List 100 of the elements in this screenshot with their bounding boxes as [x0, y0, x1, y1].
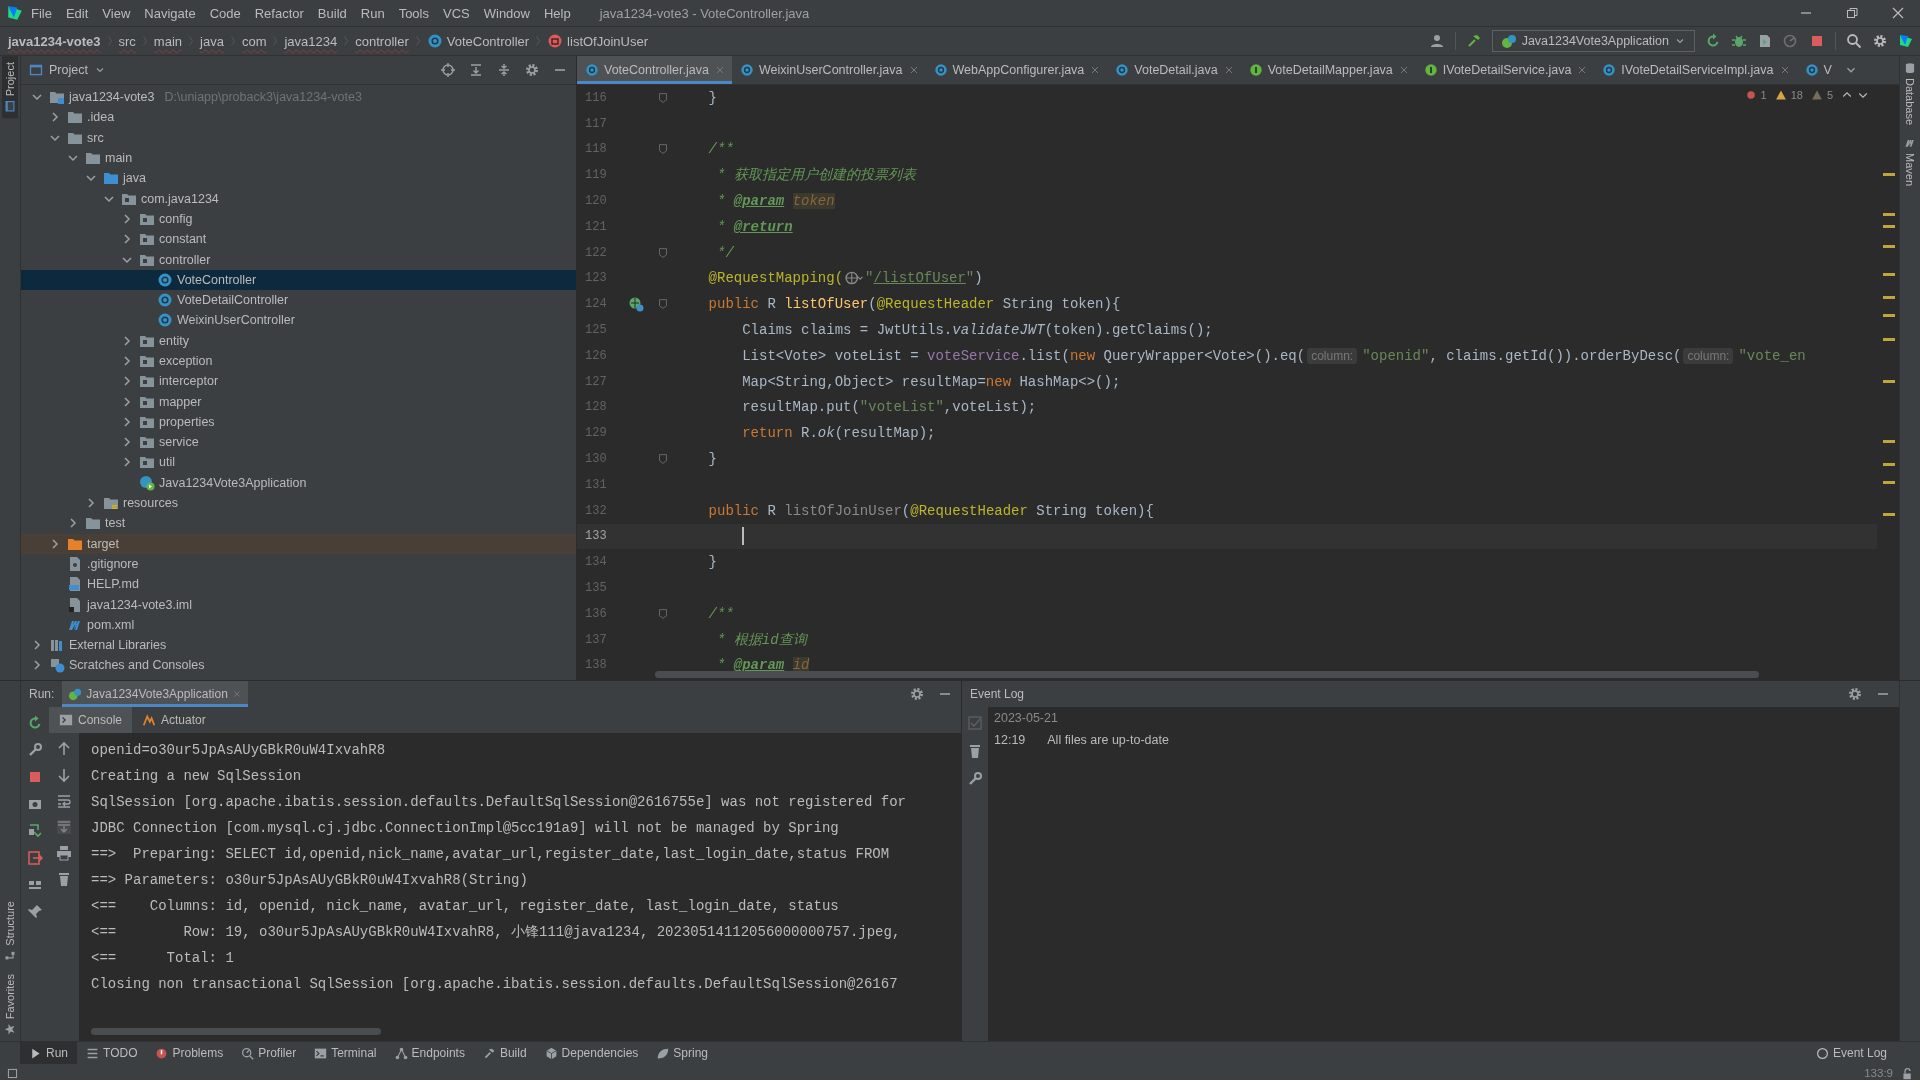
tool-window-button[interactable]: TODO — [77, 1042, 147, 1064]
breadcrumb[interactable]: main — [153, 33, 183, 49]
breadcrumb[interactable]: java1234 — [284, 33, 338, 49]
tree-item[interactable]: HELP.md — [21, 574, 576, 595]
down-arrow-icon[interactable] — [56, 767, 72, 783]
tool-window-button[interactable]: Run — [20, 1042, 77, 1064]
tree-item[interactable]: main — [21, 147, 576, 169]
menu-item[interactable]: Build — [310, 5, 354, 21]
warning-marker[interactable] — [1883, 213, 1895, 216]
fold-icon[interactable] — [656, 245, 670, 260]
tree-item[interactable]: VoteDetailController — [21, 289, 576, 311]
breadcrumb[interactable]: java — [200, 33, 224, 49]
breadcrumb[interactable]: java1234-vote3 — [8, 33, 101, 49]
collapse-all-icon[interactable] — [496, 62, 512, 78]
wrench-icon[interactable] — [27, 742, 43, 758]
tool-window-button[interactable]: Terminal — [305, 1042, 386, 1064]
stop-icon[interactable] — [27, 769, 43, 785]
tree-item[interactable]: pom.xml — [21, 614, 576, 635]
warning-marker[interactable] — [1883, 296, 1895, 299]
fold-icon[interactable] — [656, 142, 670, 157]
soft-wrap-icon[interactable] — [56, 793, 72, 809]
tree-item[interactable]: External Libraries — [21, 635, 576, 656]
run-tab[interactable]: Java1234Vote3Application — [62, 681, 248, 707]
tree-item[interactable]: Java1234Vote3Application — [21, 472, 576, 493]
plugin-logo-icon[interactable] — [1898, 33, 1914, 49]
close-icon[interactable] — [1890, 5, 1906, 21]
warning-marker[interactable] — [1883, 314, 1895, 317]
tree-item[interactable]: java1234-vote3 D:\uniapp\proback3\java1234-vote3 — [21, 87, 576, 108]
menu-item[interactable]: Edit — [58, 5, 96, 21]
tool-window-button[interactable]: Event Log — [1806, 1042, 1896, 1064]
error-count[interactable]: 1 — [1760, 89, 1767, 101]
tool-window-button[interactable]: Problems — [146, 1042, 233, 1064]
menu-item[interactable]: VCS — [436, 5, 477, 21]
scrollbar[interactable] — [91, 1028, 381, 1035]
print-icon[interactable] — [56, 845, 72, 861]
fold-icon[interactable] — [656, 297, 670, 312]
editor-tab[interactable]: VoteController.java — [577, 56, 732, 84]
tree-item[interactable]: exception — [21, 350, 576, 372]
tree-item[interactable]: constant — [21, 229, 576, 250]
warning-count[interactable]: 18 — [1790, 89, 1803, 101]
tool-window-button[interactable]: Profiler — [232, 1042, 306, 1064]
editor-tab[interactable]: WeixinUserController.java — [731, 56, 926, 84]
warning-marker[interactable] — [1883, 440, 1895, 443]
coverage-icon[interactable] — [1757, 33, 1773, 49]
tool-window-tab[interactable]: Maven — [1902, 131, 1918, 193]
editor-tab[interactable]: IVoteDetailServiceImpl.java — [1594, 56, 1797, 84]
warning-marker[interactable] — [1883, 380, 1895, 383]
settings-icon[interactable] — [524, 62, 540, 78]
tree-item[interactable]: resources — [21, 492, 576, 514]
editor-tab[interactable]: VoteDetailMapper.java — [1240, 56, 1416, 84]
console-tab[interactable]: Actuator — [132, 707, 216, 733]
tree-item[interactable]: util — [21, 452, 576, 473]
tool-window-button[interactable]: Dependencies — [535, 1042, 648, 1064]
tree-item[interactable]: com.java1234 — [21, 188, 576, 209]
tool-window-button[interactable]: Spring — [647, 1042, 717, 1064]
pin-icon[interactable] — [27, 904, 43, 920]
debug-icon[interactable] — [1731, 33, 1747, 49]
scroll-to-end-icon[interactable] — [56, 819, 72, 835]
editor-tab[interactable]: WebAppConfigurer.java — [925, 56, 1108, 84]
tree-item[interactable]: service — [21, 432, 576, 453]
tool-window-button[interactable]: Endpoints — [385, 1042, 474, 1064]
settings-icon[interactable] — [1872, 33, 1888, 49]
user-icon[interactable] — [1428, 33, 1445, 49]
warning-marker[interactable] — [1883, 463, 1895, 466]
breadcrumb[interactable]: VoteController — [426, 33, 530, 49]
caret-position[interactable]: 133:9 — [1864, 1067, 1893, 1079]
console-tab[interactable]: Console — [49, 707, 133, 733]
rerun-icon[interactable] — [27, 715, 43, 731]
warning-marker[interactable] — [1883, 481, 1895, 484]
menu-item[interactable]: Window — [476, 5, 537, 21]
restore-layout-icon[interactable] — [27, 823, 43, 839]
panel-toggle-icon[interactable] — [6, 1066, 19, 1080]
settings-icon[interactable] — [1847, 686, 1863, 702]
fold-icon[interactable] — [656, 90, 670, 105]
breadcrumb[interactable]: com — [241, 33, 267, 49]
weak-warning-icon[interactable] — [1810, 89, 1823, 101]
locate-icon[interactable] — [440, 62, 456, 78]
editor-tab[interactable]: IVoteDetailService.java — [1415, 56, 1595, 84]
error-icon[interactable] — [1744, 89, 1757, 101]
warning-marker[interactable] — [1883, 173, 1895, 176]
tree-item[interactable]: controller — [21, 249, 576, 270]
tree-item[interactable]: entity — [21, 330, 576, 351]
weak-warning-count[interactable]: 5 — [1826, 89, 1833, 101]
tree-item[interactable]: Scratches and Consoles — [21, 655, 576, 676]
menu-item[interactable]: Navigate — [137, 5, 203, 21]
trash-icon[interactable] — [967, 743, 983, 759]
breadcrumb[interactable]: listOfJoinUser — [547, 33, 649, 49]
settings-icon[interactable] — [909, 686, 925, 702]
menu-item[interactable]: File — [24, 5, 59, 21]
scrollbar[interactable] — [655, 671, 1759, 678]
up-arrow-icon[interactable] — [56, 741, 72, 757]
exit-icon[interactable] — [27, 850, 43, 866]
tool-window-tab[interactable]: Favorites — [2, 967, 18, 1041]
rerun-icon[interactable] — [1705, 33, 1721, 49]
warning-marker[interactable] — [1883, 245, 1895, 248]
tree-item[interactable]: test — [21, 513, 576, 534]
tree-item[interactable]: WeixinUserController — [21, 310, 576, 331]
tool-window-tab[interactable]: Database — [1902, 56, 1918, 132]
breadcrumb[interactable]: src — [118, 33, 136, 49]
warning-marker[interactable] — [1883, 338, 1895, 341]
